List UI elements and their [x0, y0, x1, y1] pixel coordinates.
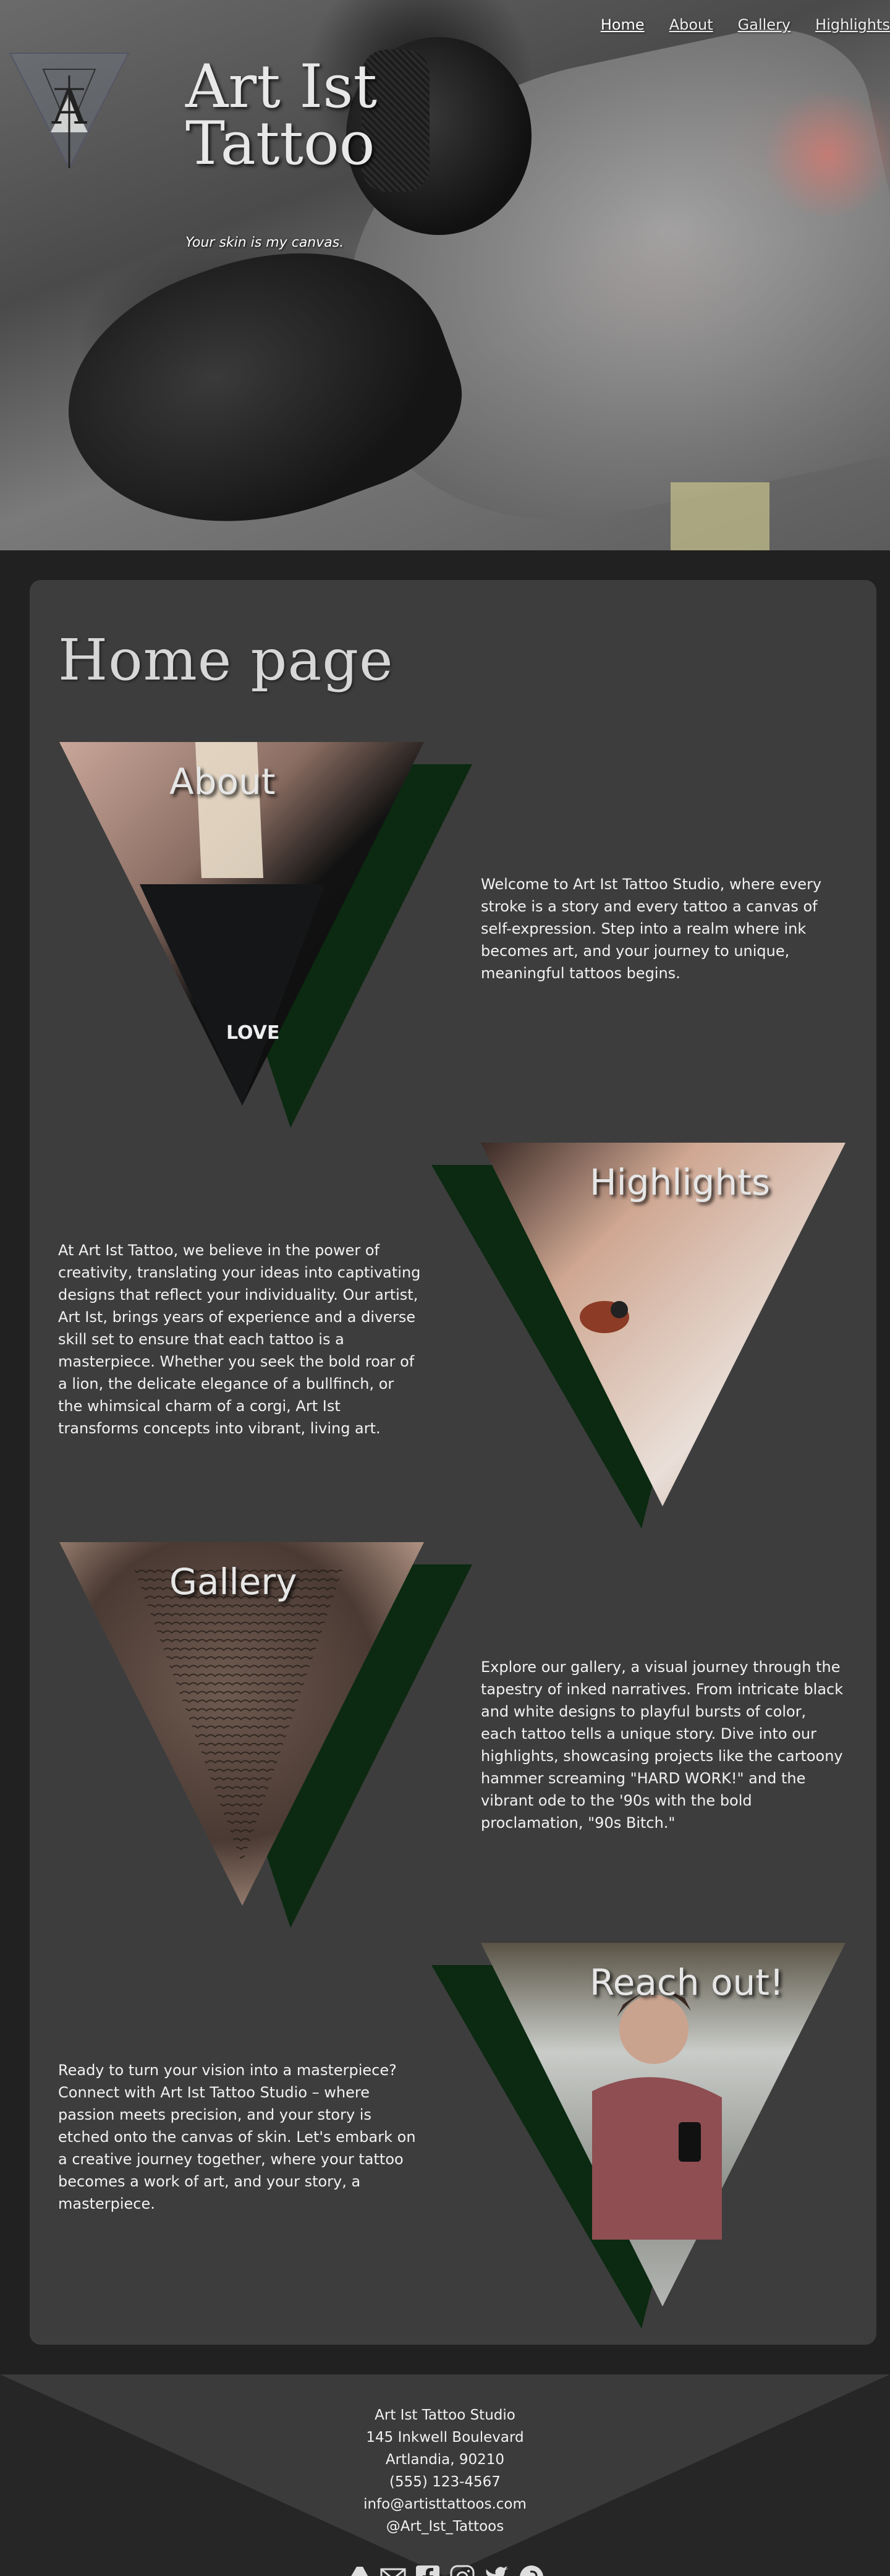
section-contact-title: Reach out!: [590, 1961, 784, 2003]
section-about-text: Welcome to Art Ist Tattoo Studio, where …: [481, 876, 822, 982]
nav-gallery[interactable]: Gallery: [738, 16, 790, 33]
artstation-icon[interactable]: [344, 2563, 373, 2576]
section-highlights-text: At Art Ist Tattoo, we believe in the pow…: [58, 1242, 421, 1437]
section-about-title: About: [169, 761, 276, 803]
facebook-icon[interactable]: [413, 2563, 442, 2576]
section-contact-text: Ready to turn your vision into a masterp…: [58, 2062, 416, 2212]
footer-studio-name: Art Ist Tattoo Studio: [375, 2407, 515, 2423]
tagline: Your skin is my canvas.: [185, 235, 344, 250]
nav-highlights[interactable]: Highlights: [815, 16, 890, 33]
section-highlights-title: Highlights: [590, 1161, 771, 1203]
footer-phone[interactable]: (555) 123-4567: [0, 2471, 890, 2493]
main-nav: Home About Gallery Highlights: [601, 16, 890, 33]
footer-handle[interactable]: @Art_Ist_Tattoos: [0, 2515, 890, 2538]
hero-photo-tape: [671, 482, 769, 550]
section-gallery-text: Explore our gallery, a visual journey th…: [481, 1658, 844, 1832]
footer-city: Artlandia, 90210: [385, 2452, 505, 2468]
footer-street: 145 Inkwell Boulevard: [366, 2429, 524, 2446]
section-highlights-image[interactable]: Highlights: [431, 1143, 852, 1538]
hero-photo-tattoo-color: [760, 93, 890, 216]
mail-icon[interactable]: [379, 2563, 407, 2576]
page-title: Home page: [58, 627, 394, 693]
twitter-icon[interactable]: [483, 2563, 511, 2576]
svg-text:LOVE: LOVE: [226, 1022, 279, 1044]
nav-about[interactable]: About: [669, 16, 713, 33]
logo-icon[interactable]: A: [7, 51, 131, 174]
social-links: [346, 2563, 544, 2576]
main-content-card: Home page LOVE About Welcome to Art Ist …: [30, 580, 876, 2345]
site-title: Art Ist Tattoo: [185, 52, 378, 178]
section-gallery-title: Gallery: [169, 1561, 297, 1603]
pinterest-icon[interactable]: [517, 2563, 546, 2576]
site-title-line2: Tattoo: [185, 109, 375, 178]
instagram-icon[interactable]: [448, 2563, 477, 2576]
footer: Art Ist Tattoo Studio 145 Inkwell Boulev…: [0, 2374, 890, 2576]
nav-home[interactable]: Home: [601, 16, 645, 33]
section-gallery-image[interactable]: Gallery: [59, 1542, 480, 1938]
footer-contact-info: Art Ist Tattoo Studio 145 Inkwell Boulev…: [0, 2404, 890, 2538]
section-contact-image[interactable]: Reach out!: [431, 1943, 852, 2339]
footer-email[interactable]: info@artisttattoos.com: [0, 2493, 890, 2515]
site-title-line1: Art Ist: [185, 52, 378, 121]
hero-banner: A Art Ist Tattoo Your skin is my canvas.…: [0, 0, 890, 550]
section-about-image[interactable]: LOVE About: [59, 742, 480, 1138]
